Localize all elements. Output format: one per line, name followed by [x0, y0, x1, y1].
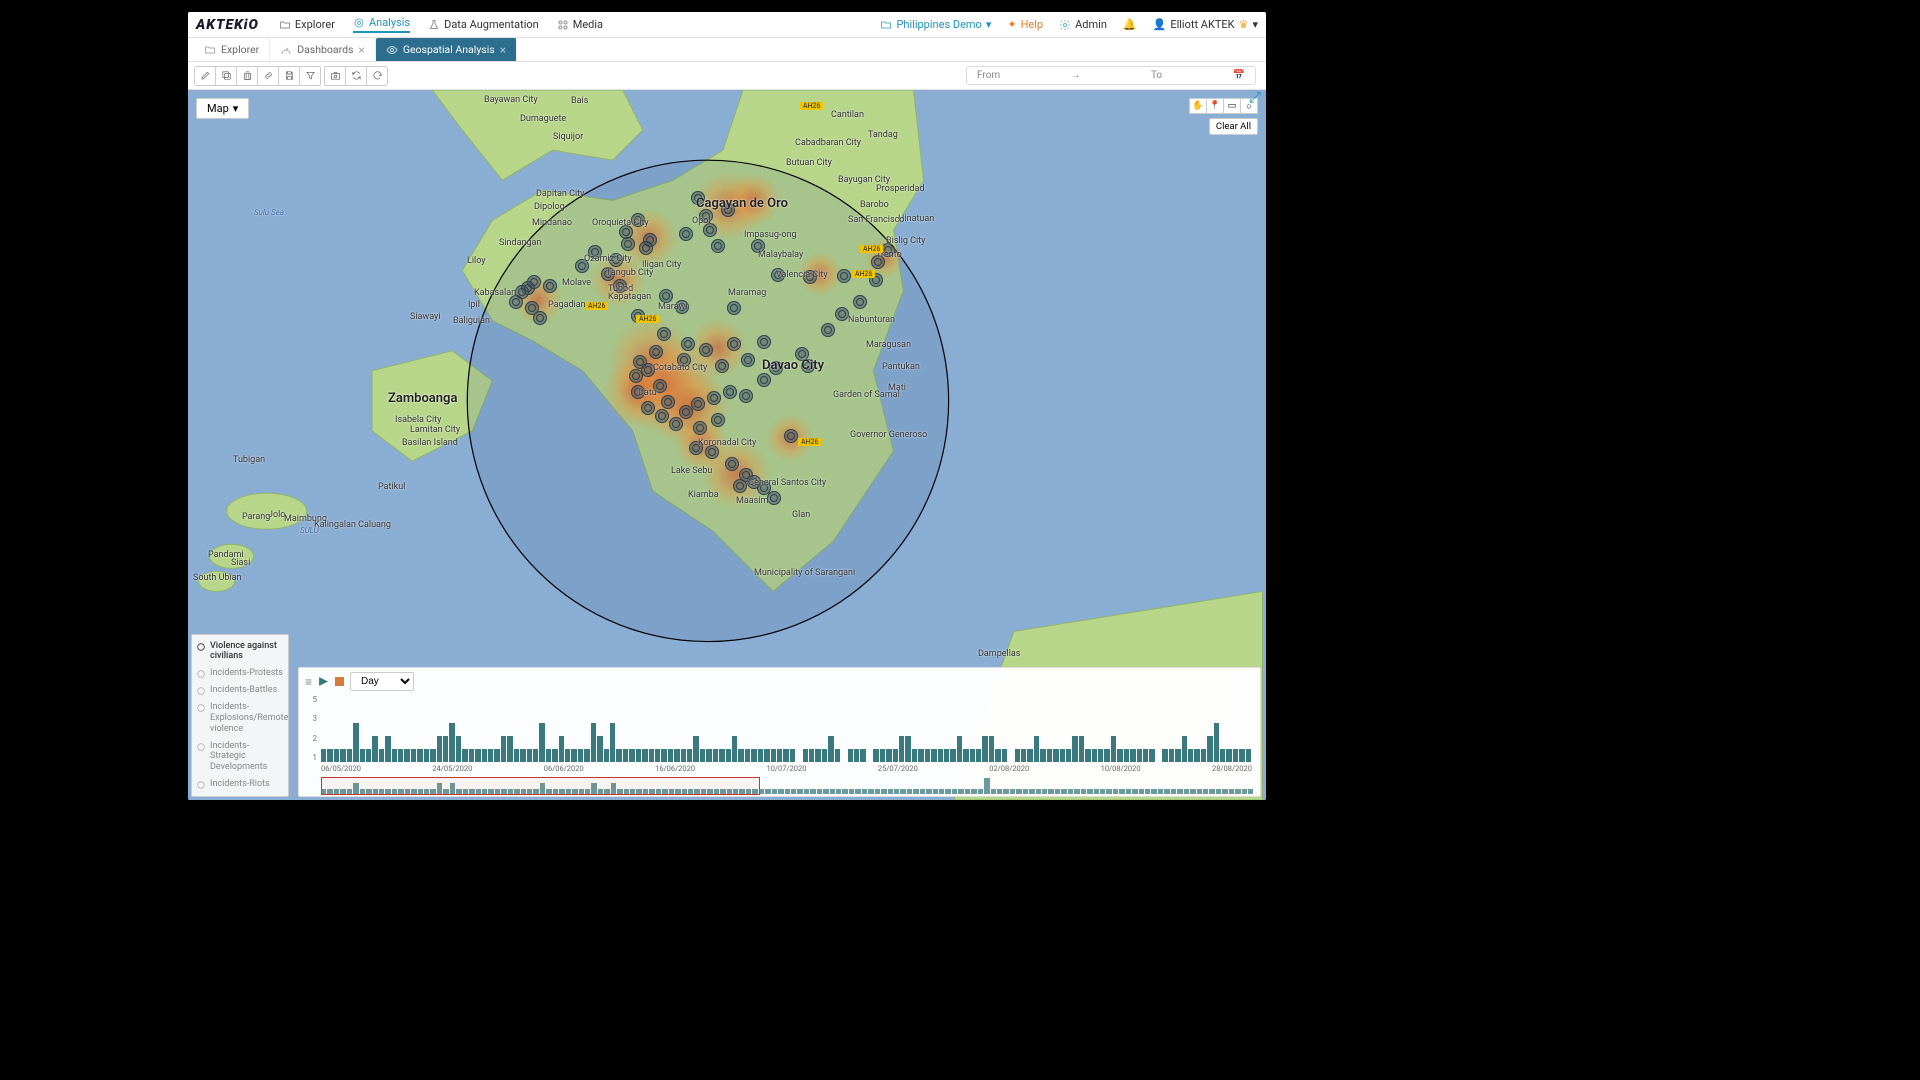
layer-panel: Violence against civiliansIncidents-Prot…: [191, 634, 289, 797]
play-button[interactable]: [318, 676, 329, 687]
media-icon: [557, 19, 569, 31]
tab-dashboards[interactable]: Dashboards×: [270, 38, 376, 61]
edit-button[interactable]: [194, 66, 216, 86]
highway-badge: AH26: [585, 302, 608, 310]
highway-badge: AH26: [860, 245, 883, 253]
help-link[interactable]: ✦Help: [1007, 18, 1043, 31]
save-button[interactable]: [278, 66, 300, 86]
nav-explorer[interactable]: Explorer: [279, 18, 335, 31]
timeline-x-axis: 06/05/202024/05/202006/06/202016/06/2020…: [321, 764, 1252, 776]
link-button[interactable]: [257, 66, 279, 86]
nav-analysis[interactable]: Analysis: [353, 16, 410, 33]
date-to-label: To: [1151, 70, 1162, 81]
chevron-down-icon: ▾: [233, 102, 239, 115]
layer-item[interactable]: Violence against civilians: [192, 638, 288, 666]
interval-select[interactable]: Day: [350, 672, 414, 691]
refresh-button[interactable]: [345, 66, 367, 86]
tab-bar: Explorer Dashboards× Geospatial Analysis…: [188, 38, 1266, 62]
calendar-icon: 📅: [1233, 70, 1245, 81]
timeline-menu-icon[interactable]: ≡: [305, 675, 312, 689]
delete-button[interactable]: [236, 66, 258, 86]
layer-item[interactable]: Incidents-Protests: [192, 665, 288, 682]
eye-icon: [386, 44, 398, 56]
target-icon: [353, 17, 365, 29]
redo-button[interactable]: [366, 66, 388, 86]
help-icon: ✦: [1007, 18, 1016, 31]
timeline-brush[interactable]: [321, 777, 760, 795]
layer-item[interactable]: Incidents-Riots: [192, 776, 288, 793]
timeline-chart[interactable]: 5321 06/05/202024/05/202006/06/202016/06…: [305, 695, 1254, 776]
layer-item[interactable]: Incidents-Battles: [192, 682, 288, 699]
copy-button[interactable]: [215, 66, 237, 86]
timeline-bars: [321, 697, 1252, 762]
timeline-controls: ≡ Day: [305, 672, 1254, 691]
arrow-icon: →: [1071, 70, 1081, 81]
layer-item[interactable]: Incidents-Strategic Developments: [192, 738, 288, 776]
toolbar: From → To 📅: [188, 62, 1266, 90]
hand-tool[interactable]: ✋: [1189, 98, 1207, 114]
tab-geospatial[interactable]: Geospatial Analysis×: [376, 38, 517, 61]
rect-tool[interactable]: ▭: [1223, 98, 1241, 114]
camera-button[interactable]: [324, 66, 346, 86]
chevron-down-icon: ▾: [1252, 18, 1258, 31]
stop-button[interactable]: [335, 677, 344, 686]
app-window: AKTEKiO Explorer Analysis Data Augmentat…: [188, 12, 1266, 800]
bell-icon[interactable]: 🔔: [1123, 18, 1137, 31]
highway-badge: AH26: [800, 102, 823, 110]
tab-explorer[interactable]: Explorer: [194, 38, 270, 61]
date-from-label: From: [977, 70, 1000, 81]
date-range-picker[interactable]: From → To 📅: [966, 66, 1256, 85]
map-canvas[interactable]: Bayawan CityBaisDumagueteSiquijorCabadba…: [188, 90, 1266, 800]
marker-tool[interactable]: 📍: [1206, 98, 1224, 114]
crown-icon: ♛: [1239, 18, 1249, 31]
nav-items: Explorer Analysis Data Augmentation Medi…: [279, 16, 603, 33]
folder-open-icon: [880, 19, 892, 31]
nav-data-augmentation[interactable]: Data Augmentation: [428, 18, 539, 31]
map-type-selector[interactable]: Map▾: [196, 98, 249, 119]
close-icon[interactable]: ×: [358, 43, 364, 57]
topbar-right: Philippines Demo▾ ✦Help Admin 🔔 👤Elliott…: [880, 18, 1258, 31]
top-nav: AKTEKiO Explorer Analysis Data Augmentat…: [188, 12, 1266, 38]
timeline-minimap[interactable]: [321, 778, 1254, 794]
gear-icon: [1059, 19, 1071, 31]
layer-item[interactable]: Incidents-Explosions/Remote violence: [192, 699, 288, 737]
highway-badge: AH26: [636, 315, 659, 323]
folder-icon: [279, 19, 291, 31]
filter-button[interactable]: [299, 66, 321, 86]
highway-badge: AH26: [798, 438, 821, 446]
highway-badge: AH26: [852, 270, 875, 278]
chevron-down-icon: ▾: [986, 18, 992, 31]
admin-link[interactable]: Admin: [1059, 18, 1107, 31]
nav-media[interactable]: Media: [557, 18, 603, 31]
user-icon: 👤: [1153, 18, 1167, 31]
gauge-icon: [280, 44, 292, 56]
timeline-y-axis: 5321: [305, 695, 319, 762]
workspace-selector[interactable]: Philippines Demo▾: [880, 18, 991, 31]
close-icon[interactable]: ×: [500, 43, 506, 57]
folder-icon: [204, 44, 216, 56]
timeline-panel: ≡ Day 5321 06/05/202024/05/202006/06/202…: [298, 667, 1261, 797]
map-draw-tools: ✋ 📍 ▭ ○: [1190, 98, 1258, 114]
brand-logo: AKTEKiO: [196, 17, 259, 33]
flask-icon: [428, 19, 440, 31]
expand-icon[interactable]: ⤢: [1249, 92, 1261, 104]
clear-all-button[interactable]: Clear All: [1209, 118, 1258, 135]
user-menu[interactable]: 👤Elliott AKTEK♛▾: [1153, 18, 1258, 31]
